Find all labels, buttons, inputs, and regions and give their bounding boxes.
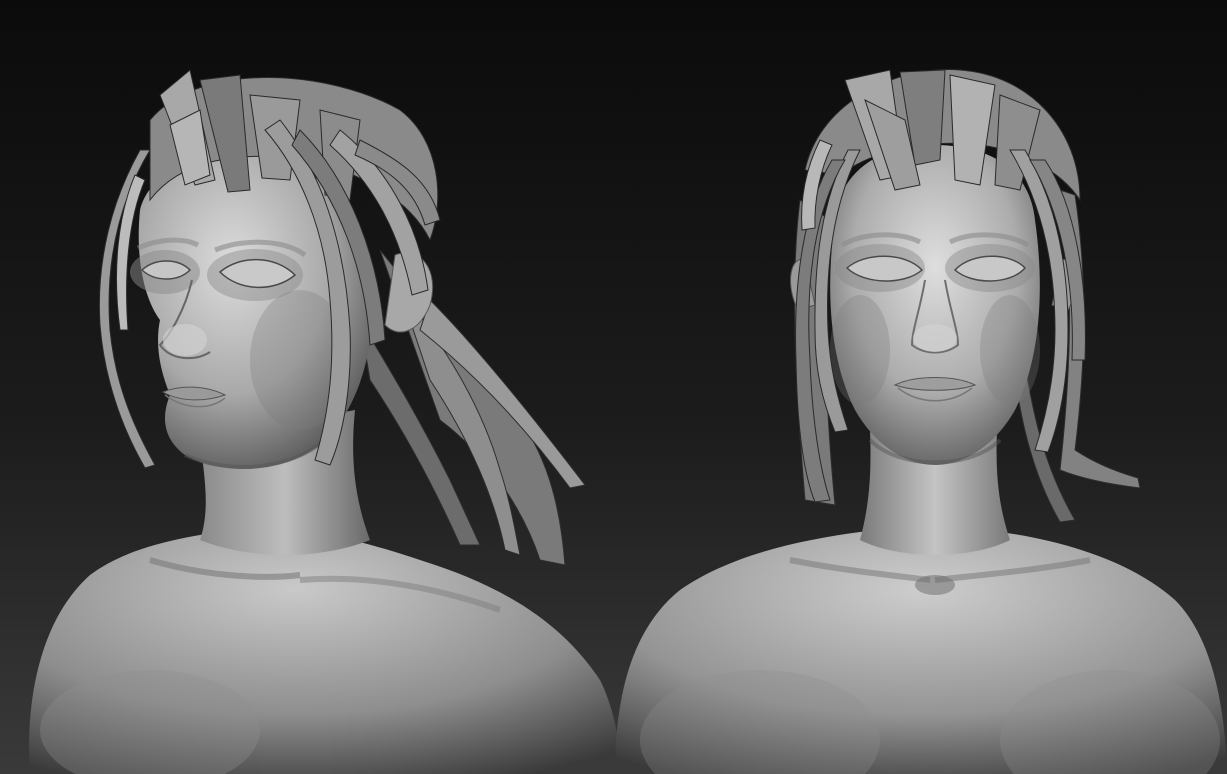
sculpt-viewport[interactable]: [0, 0, 1227, 774]
render-canvas: [0, 0, 1227, 774]
